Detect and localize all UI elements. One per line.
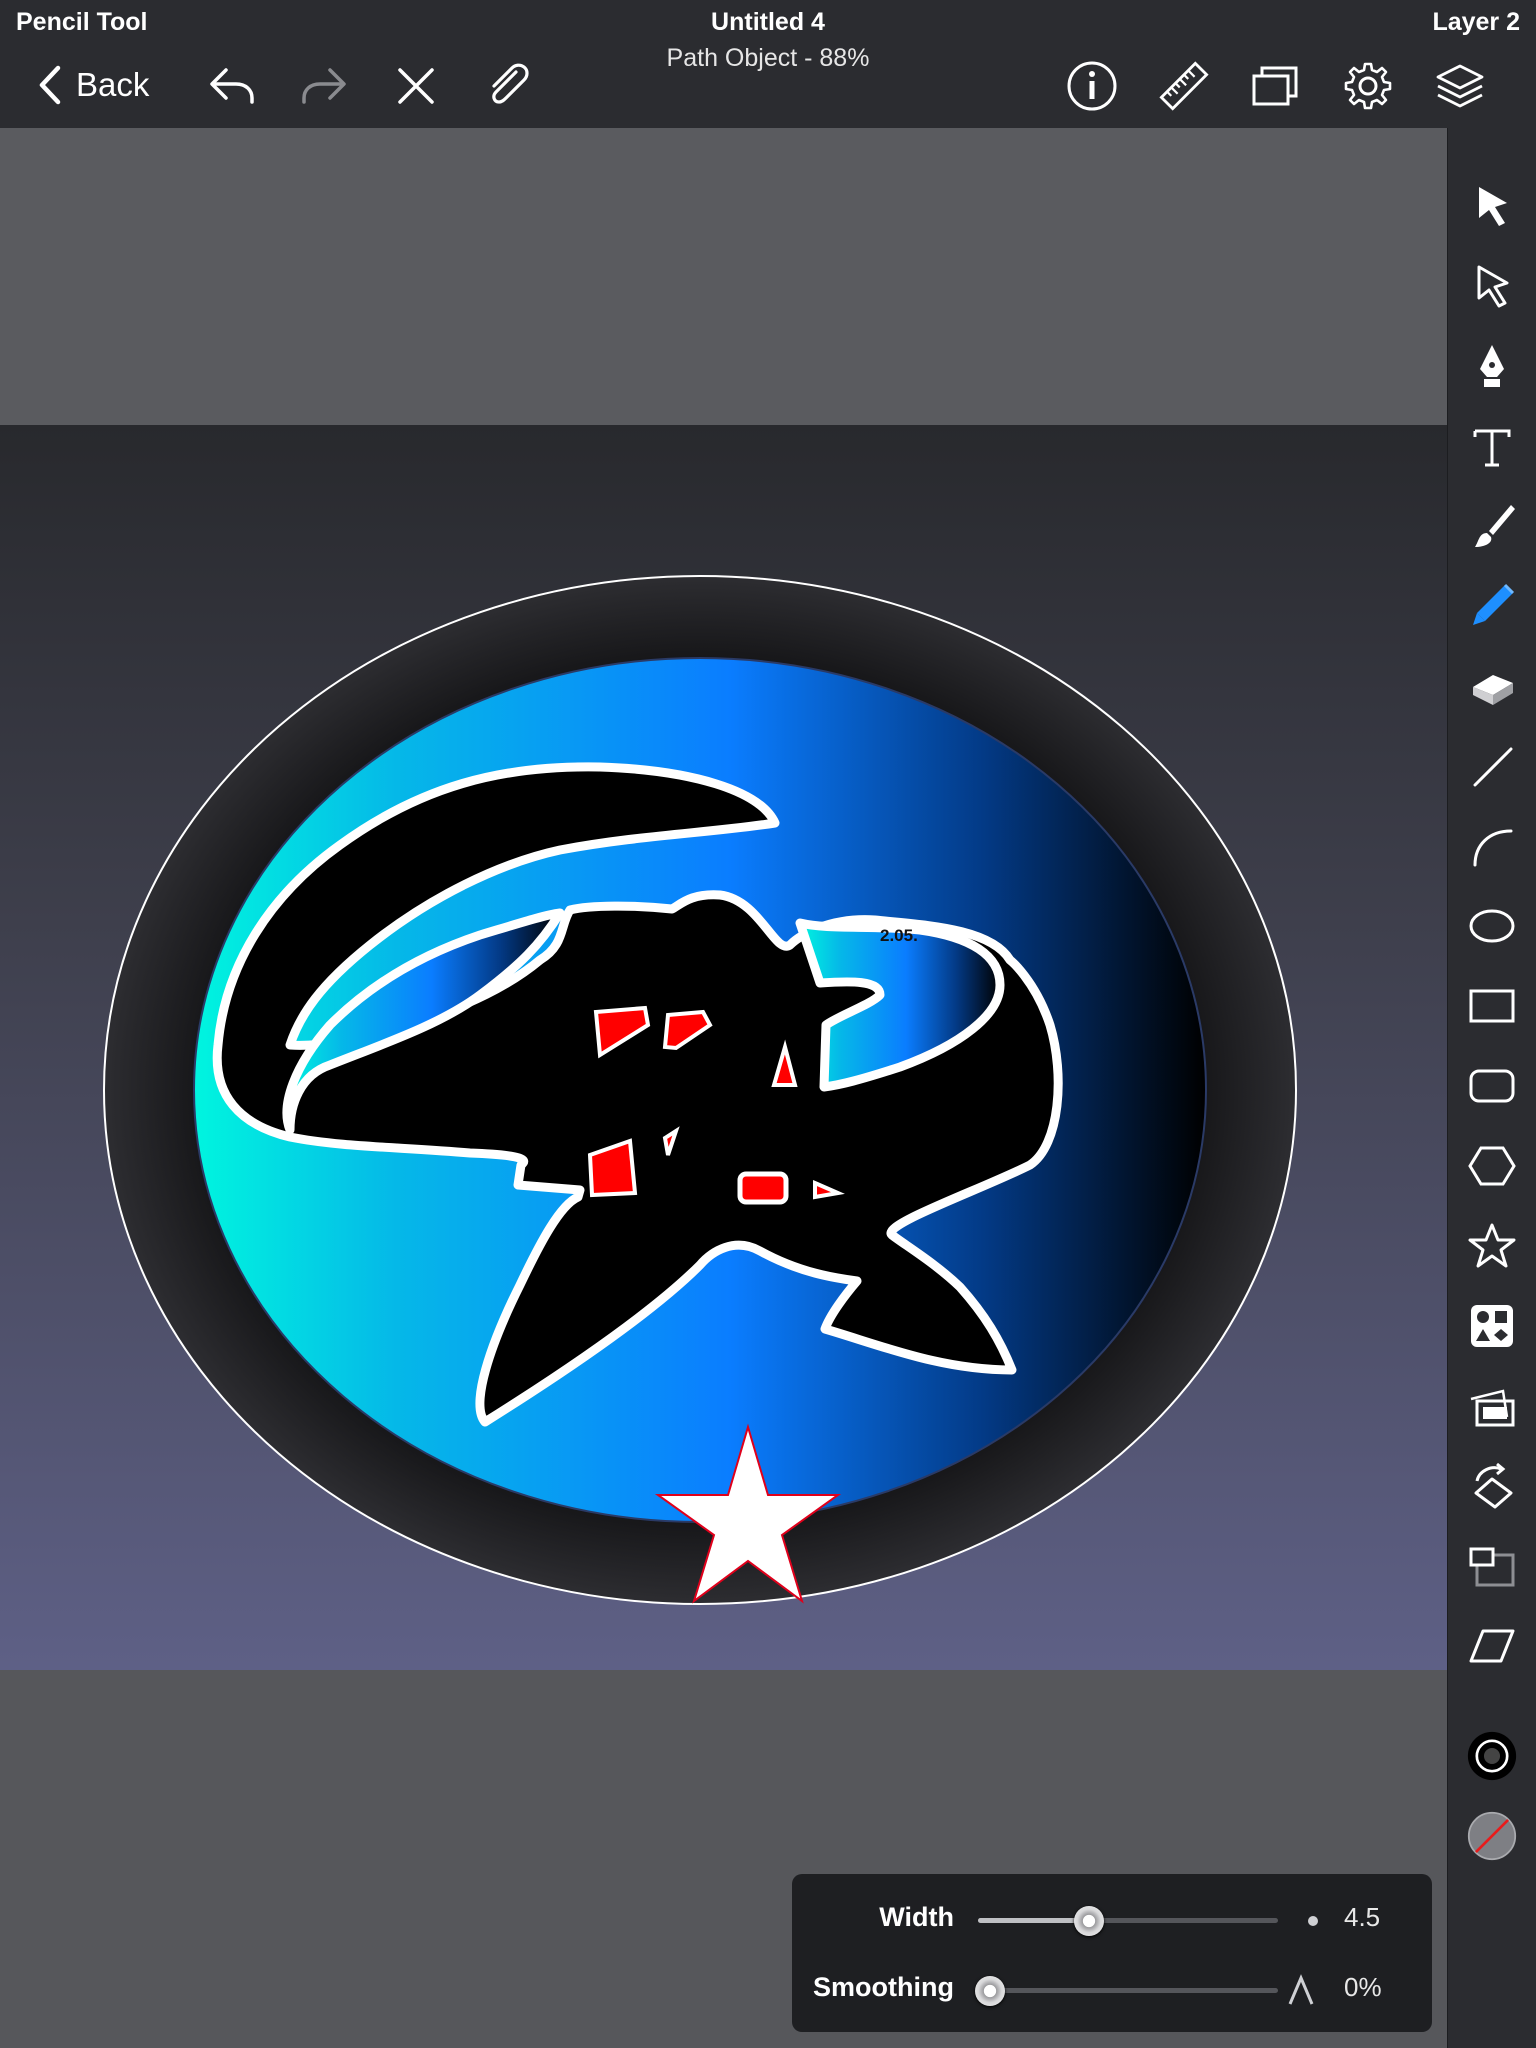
smoothing-label: Smoothing [813,1972,954,2002]
width-value: 4.5 [1344,1902,1381,1932]
top-bar: Pencil Tool Untitled 4 Path Object - 88%… [0,0,1536,129]
smoothing-slider-knob[interactable] [975,1976,1005,2006]
artwork[interactable]: 2.05. [0,425,1448,1670]
info-button[interactable] [1064,58,1120,114]
polygon-tool-icon [1468,1146,1516,1186]
shapes-library-icon [1471,1305,1513,1347]
line-tool-icon [1473,747,1513,787]
star-tool-icon [1468,1223,1516,1268]
thin-dot-icon [1308,1916,1318,1926]
current-layer-name[interactable]: Layer 2 [1432,8,1520,37]
gear-icon [1344,62,1392,110]
rounded-rectangle-tool[interactable] [1464,1058,1520,1114]
redo-button[interactable] [296,58,352,114]
document-title[interactable]: Untitled 4 [0,8,1536,37]
rectangle-tool[interactable] [1464,978,1520,1034]
partial-dimension-label: 2.05. [880,926,918,945]
artboards-button[interactable] [1248,58,1304,114]
undo-button[interactable] [204,58,260,114]
delete-button[interactable] [388,58,444,114]
back-label: Back [76,66,150,103]
shear-tool[interactable] [1464,1618,1520,1674]
rotate-tool[interactable] [1464,1458,1520,1514]
ellipse-tool-icon [1469,909,1515,943]
paperclip-icon [492,63,529,104]
text-tool-icon [1473,429,1511,467]
rectangle-tool-icon [1469,989,1515,1023]
eraser-tool[interactable] [1464,658,1520,714]
settings-button[interactable] [1340,58,1396,114]
fill-color-icon [1467,1811,1517,1861]
undo-icon [210,68,254,104]
artboards-icon [1252,66,1298,106]
arc-tool-icon [1473,829,1513,867]
selection-tool[interactable] [1464,178,1520,234]
fill-color-well[interactable] [1464,1808,1520,1864]
stroke-color-well[interactable] [1464,1728,1520,1784]
width-label: Width [879,1902,954,1932]
close-icon [398,68,434,104]
direct-selection-icon [1477,265,1509,308]
redo-icon [302,68,346,104]
attach-button[interactable] [480,58,536,114]
info-icon [1067,61,1117,111]
tools-sidebar [1447,128,1536,2048]
stroke-color-icon [1467,1731,1517,1781]
back-button[interactable]: Back [36,60,149,110]
layers-icon [1436,64,1484,108]
smoothing-value: 0% [1344,1972,1382,2002]
chevron-left-icon [39,65,61,105]
image-import-tool[interactable] [1464,1378,1520,1434]
direct-selection-tool[interactable] [1464,258,1520,314]
polygon-tool[interactable] [1464,1138,1520,1194]
eraser-tool-icon [1473,675,1513,705]
width-slider[interactable] [978,1918,1278,1923]
smoothing-slider[interactable] [978,1988,1278,1993]
sharp-corner-icon [1288,1974,1314,2005]
shapes-library-tool[interactable] [1464,1298,1520,1354]
image-import-icon [1470,1389,1515,1427]
arc-tool[interactable] [1464,818,1520,874]
brush-tool[interactable] [1464,498,1520,554]
scale-tool[interactable] [1464,1538,1520,1594]
stroke-options-panel: Width 4.5 Smoothing 0% [792,1874,1432,2032]
canvas-area[interactable]: 2.05. [0,128,1448,2048]
scale-tool-icon [1469,1547,1515,1587]
ellipse-tool[interactable] [1464,898,1520,954]
canvas-background [0,128,1448,425]
brush-tool-icon [1475,505,1515,547]
pen-tool[interactable] [1464,338,1520,394]
shear-tool-icon [1469,1629,1515,1663]
ruler-icon [1159,61,1209,111]
pencil-tool[interactable] [1464,578,1520,634]
rounded-rectangle-tool-icon [1469,1069,1515,1103]
pen-tool-icon [1480,345,1504,387]
spot-center [737,1171,789,1205]
line-tool[interactable] [1464,738,1520,794]
text-tool[interactable] [1464,418,1520,474]
ruler-button[interactable] [1156,58,1212,114]
transform-rotate-icon [1474,1462,1513,1509]
pencil-tool-icon [1473,583,1515,625]
width-slider-knob[interactable] [1074,1906,1104,1936]
selection-arrow-icon [1479,187,1507,226]
width-slider-fill [978,1918,1089,1923]
layers-button[interactable] [1432,58,1488,114]
star-tool[interactable] [1464,1218,1520,1274]
artboard[interactable]: 2.05. [0,425,1448,1670]
